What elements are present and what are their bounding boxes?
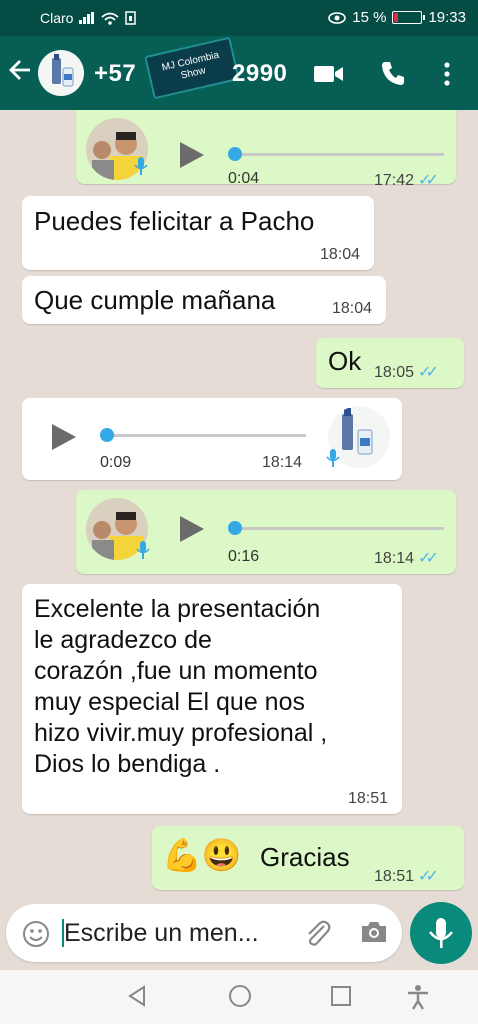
message-line: corazón ,fue un momento xyxy=(34,657,318,685)
message-text-outgoing[interactable]: Ok 18:05 ✓✓ xyxy=(316,338,464,388)
status-left: Claro xyxy=(40,10,137,26)
message-time-text: 18:05 xyxy=(374,364,415,381)
message-text-incoming[interactable]: Puedes felicitar a Pacho 18:04 xyxy=(22,196,374,270)
message-line: muy especial El que nos xyxy=(34,688,305,716)
voice-mic-icon xyxy=(326,448,340,474)
signal-icon xyxy=(79,12,95,24)
voice-progress-knob[interactable] xyxy=(100,428,114,442)
back-arrow-icon[interactable] xyxy=(8,58,32,87)
voice-duration: 0:16 xyxy=(228,548,260,565)
nav-home-icon[interactable] xyxy=(228,984,252,1013)
voice-progress-track[interactable] xyxy=(236,527,444,530)
message-text-outgoing[interactable]: 💪😃 Gracias 18:51 ✓✓ xyxy=(152,826,464,890)
status-right: 15 % 19:33 xyxy=(328,9,466,26)
message-time: 18:51 xyxy=(348,790,389,807)
message-voice-outgoing[interactable]: 0:04 17:42 ✓✓ xyxy=(76,110,456,189)
voice-duration: 0:04 xyxy=(228,170,260,187)
message-time: 18:14 ✓✓ xyxy=(374,548,439,568)
voice-duration: 0:09 xyxy=(100,454,132,471)
message-text: Gracias xyxy=(260,842,350,872)
message-time: 17:42 ✓✓ xyxy=(374,170,439,190)
contact-number-suffix[interactable]: 2990 xyxy=(232,60,287,88)
voice-mic-icon xyxy=(134,156,148,182)
voice-progress-track[interactable] xyxy=(236,153,444,156)
voice-mic-icon xyxy=(136,540,150,566)
eye-comfort-icon xyxy=(328,11,347,24)
message-line: Excelente la presentación xyxy=(34,595,321,623)
status-bar: Claro 15 % 19:33 xyxy=(0,0,478,36)
message-line: Dios lo bendiga . xyxy=(34,750,221,778)
message-text-incoming[interactable]: Que cumple mañana 18:04 xyxy=(22,276,386,324)
message-line: hizo vivir.muy profesional , xyxy=(34,719,328,747)
nav-recents-icon[interactable] xyxy=(330,984,352,1013)
message-input-bar[interactable]: Escribe un men... xyxy=(6,904,402,962)
system-nav-bar xyxy=(0,970,478,1024)
message-time: 18:51 ✓✓ xyxy=(374,866,439,886)
read-ticks-icon: ✓✓ xyxy=(418,364,439,381)
read-ticks-icon: ✓✓ xyxy=(418,868,439,885)
status-time: 19:33 xyxy=(428,9,466,26)
message-text: Que cumple mañana xyxy=(34,285,276,315)
read-ticks-icon: ✓✓ xyxy=(418,172,439,189)
message-text: Puedes felicitar a Pacho xyxy=(34,206,315,236)
play-button[interactable] xyxy=(180,516,204,542)
message-time: 18:05 ✓✓ xyxy=(374,362,439,382)
contact-number-prefix[interactable]: +57 xyxy=(94,60,136,88)
voice-progress-knob[interactable] xyxy=(228,147,242,161)
battery-percent: 15 % xyxy=(352,9,387,26)
wifi-icon xyxy=(101,12,120,25)
read-ticks-icon: ✓✓ xyxy=(418,550,439,567)
message-voice-outgoing[interactable]: 0:16 18:14 ✓✓ xyxy=(76,490,456,574)
message-time: 18:04 xyxy=(332,300,373,317)
message-line: le agradezco de xyxy=(34,626,212,654)
video-call-icon[interactable] xyxy=(314,64,344,89)
mic-icon[interactable] xyxy=(410,902,472,964)
voice-progress-knob[interactable] xyxy=(228,521,242,535)
voice-progress-track[interactable] xyxy=(110,434,306,437)
message-time: 18:04 xyxy=(320,246,361,263)
message-time-text: 18:14 xyxy=(374,550,415,567)
camera-icon[interactable] xyxy=(360,920,388,949)
accessibility-icon[interactable] xyxy=(406,984,430,1015)
message-text: Excelente la presentación le agradezco d… xyxy=(34,594,327,780)
phone-call-icon[interactable] xyxy=(380,60,406,91)
chat-area[interactable]: 0:04 17:42 ✓✓ Puedes felicitar a Pacho 18… xyxy=(0,110,478,900)
message-time: 18:14 xyxy=(262,454,303,471)
play-button[interactable] xyxy=(52,424,76,450)
watermark-logo: MJ Colombia Show xyxy=(144,36,240,100)
nav-back-icon[interactable] xyxy=(126,984,148,1013)
emoji-strong-smile: 💪😃 xyxy=(162,837,242,873)
message-voice-incoming[interactable]: 0:09 18:14 xyxy=(22,398,402,480)
message-text-incoming[interactable]: Excelente la presentación le agradezco d… xyxy=(22,584,402,814)
battery-icon xyxy=(392,11,426,24)
message-time-text: 17:42 xyxy=(374,172,415,189)
play-button[interactable] xyxy=(180,142,204,168)
message-input[interactable]: Escribe un men... xyxy=(64,919,259,948)
chat-header: +57 MJ Colombia Show 2990 xyxy=(0,36,478,110)
sim-icon xyxy=(125,11,137,25)
message-text: Ok xyxy=(328,346,362,376)
attach-icon[interactable] xyxy=(302,918,332,953)
message-time-text: 18:51 xyxy=(374,868,415,885)
carrier-label: Claro xyxy=(40,10,74,26)
emoji-icon[interactable] xyxy=(22,920,50,953)
more-options-icon[interactable] xyxy=(444,62,450,91)
contact-avatar[interactable] xyxy=(38,50,84,96)
